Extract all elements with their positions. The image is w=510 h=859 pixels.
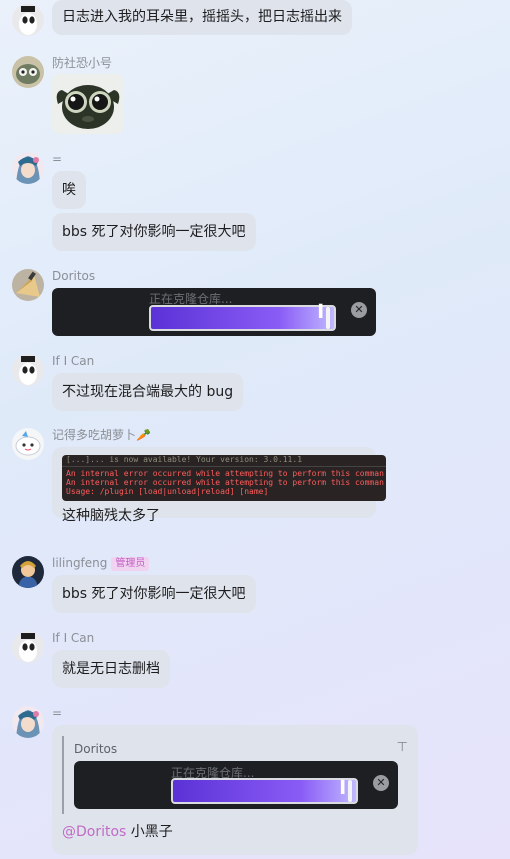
message-bubble[interactable]: Doritos ⊤ 正在克隆仓库... ▍ ✕ @Doritos 小黑子 xyxy=(52,725,418,855)
avatar[interactable] xyxy=(12,428,44,460)
close-icon[interactable]: ✕ xyxy=(351,302,367,318)
message-text: 这种脑残太多了 xyxy=(62,508,160,524)
message-bubble[interactable]: bbs 死了对你影响一定很大吧 xyxy=(52,575,256,613)
avatar[interactable] xyxy=(12,556,44,588)
close-icon[interactable]: ✕ xyxy=(373,775,389,791)
admin-badge: 管理员 xyxy=(111,557,150,571)
log-line: Usage: /plugin [load|unload|reload] [nam… xyxy=(66,487,269,496)
message-bubble[interactable]: 就是无日志删档 xyxy=(52,650,170,688)
avatar[interactable] xyxy=(12,152,44,184)
sender-name: Doritos xyxy=(52,269,96,283)
progress-bar xyxy=(149,305,336,331)
message-text: 唉 xyxy=(62,182,76,198)
cursor-icon: ▍ xyxy=(319,304,329,318)
sender-name: 防社恐小号 xyxy=(52,56,113,70)
progress-bar xyxy=(171,778,358,804)
message-text: bbs 死了对你影响一定很大吧 xyxy=(62,224,246,240)
message-text: bbs 死了对你影响一定很大吧 xyxy=(62,586,246,602)
log-line: An internal error occurred while attempt… xyxy=(66,469,384,478)
message-bubble[interactable]: 日志进入我的耳朵里，摇摇头，把日志摇出来 xyxy=(52,0,352,35)
clone-progress-card[interactable]: 正在克隆仓库... ▍ ✕ xyxy=(52,288,376,336)
reply-quote[interactable]: Doritos ⊤ 正在克隆仓库... ▍ ✕ xyxy=(62,736,410,814)
sender-name: 记得多吃胡萝卜🥕 xyxy=(52,428,151,442)
sender-name-text: lilingfeng xyxy=(52,556,108,570)
divider xyxy=(62,466,386,467)
message-bubble[interactable]: bbs 死了对你影响一定很大吧 xyxy=(52,213,256,251)
reply-text: @Doritos 小黑子 xyxy=(62,822,173,842)
sender-name: lilingfeng 管理员 xyxy=(52,556,150,571)
avatar[interactable] xyxy=(12,56,44,88)
log-line: An internal error occurred while attempt… xyxy=(66,478,384,487)
quoted-progress-card: 正在克隆仓库... ▍ ✕ xyxy=(74,761,398,809)
avatar[interactable] xyxy=(12,706,44,738)
avatar[interactable] xyxy=(12,354,44,386)
avatar[interactable] xyxy=(12,631,44,663)
message-text: 小黑子 xyxy=(130,824,173,840)
message-text: 不过现在混合端最大的 bug xyxy=(62,384,234,400)
log-screenshot-image[interactable]: [...]... is now available! Your version:… xyxy=(62,455,386,501)
sender-name: = xyxy=(52,152,63,166)
quote-sender: Doritos xyxy=(74,742,118,756)
sender-name: If I Can xyxy=(52,631,95,645)
cursor-icon: ▍ xyxy=(341,780,351,794)
log-line: [...]... is now available! Your version:… xyxy=(66,455,303,464)
message-text: 就是无日志删档 xyxy=(62,661,160,677)
avatar[interactable] xyxy=(12,269,44,301)
mention-link[interactable]: @Doritos xyxy=(62,824,126,840)
message-bubble[interactable]: [...]... is now available! Your version:… xyxy=(52,447,386,524)
message-text: 日志进入我的耳朵里，摇摇头，把日志摇出来 xyxy=(62,9,342,25)
sender-name: = xyxy=(52,706,63,720)
message-bubble[interactable]: 唉 xyxy=(52,171,86,209)
sticker-image[interactable] xyxy=(52,74,124,134)
pin-icon[interactable]: ⊤ xyxy=(397,738,408,758)
message-bubble[interactable]: 不过现在混合端最大的 bug xyxy=(52,373,244,411)
sender-name: If I Can xyxy=(52,354,95,368)
avatar[interactable] xyxy=(12,4,44,36)
